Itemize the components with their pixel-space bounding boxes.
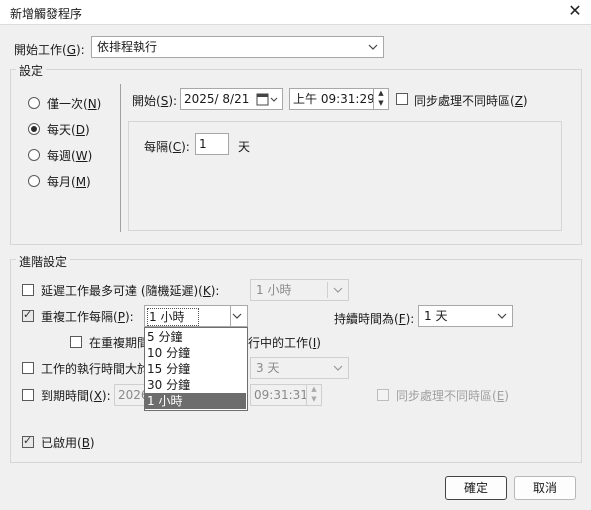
- repeat-interval-select[interactable]: 1 小時: [144, 305, 248, 327]
- expire-label: 到期時間(X):: [41, 389, 111, 403]
- stop-longer-value: 3 天: [256, 361, 280, 375]
- begin-task-select[interactable]: 依排程執行: [91, 36, 384, 58]
- repeat-interval-dropdown[interactable]: 5 分鐘 10 分鐘 15 分鐘 30 分鐘 1 小時: [144, 327, 248, 411]
- recur-days-input[interactable]: 1: [195, 133, 229, 155]
- start-date-picker[interactable]: 2025/ 8/21: [180, 88, 283, 110]
- start-time-picker[interactable]: 上午 09:31:29 ▲ ▼: [289, 88, 389, 110]
- stop-running-suffix: 行中的工作(I): [248, 336, 321, 350]
- start-time-value: 上午 09:31:29: [293, 92, 375, 106]
- enabled-label: 已啟用(B): [41, 436, 95, 450]
- sync-timezone-checkbox[interactable]: [396, 93, 408, 105]
- radio-monthly-label: 每月(M): [47, 175, 91, 189]
- enabled-checkbox[interactable]: [22, 434, 34, 448]
- expire-sync-label: 同步處理不同時區(E): [396, 389, 509, 403]
- repeat-task-checkbox[interactable]: [22, 308, 34, 322]
- delay-value: 1 小時: [256, 283, 292, 297]
- dropdown-option[interactable]: 15 分鐘: [145, 361, 246, 377]
- delay-select[interactable]: 1 小時: [250, 279, 349, 301]
- radio-weekly-label: 每週(W): [47, 149, 93, 163]
- expire-sync-checkbox[interactable]: [377, 389, 389, 401]
- settings-divider: [120, 84, 121, 232]
- dropdown-option[interactable]: 10 分鐘: [145, 345, 246, 361]
- window-title: 新增觸發程序: [10, 7, 83, 21]
- stop-longer-checkbox[interactable]: [22, 362, 34, 374]
- chevron-down-icon: [497, 313, 507, 319]
- start-label: 開始(S):: [132, 94, 178, 108]
- recurrence-panel: [128, 121, 562, 231]
- cancel-button[interactable]: 取消: [514, 476, 576, 500]
- begin-task-label: 開始工作(G):: [14, 43, 85, 57]
- delay-task-checkbox[interactable]: [22, 284, 34, 296]
- radio-button[interactable]: [28, 123, 40, 135]
- radio-button[interactable]: [28, 175, 40, 187]
- expire-checkbox[interactable]: [22, 389, 34, 401]
- dropdown-option-selected[interactable]: 1 小時: [145, 393, 246, 409]
- delay-divider: [327, 282, 328, 298]
- time-spinner[interactable]: ▲ ▼: [373, 89, 388, 109]
- radio-one-time-label: 僅一次(N): [47, 97, 102, 111]
- chevron-down-icon: [368, 44, 378, 50]
- expire-time-picker[interactable]: 09:31:31 ▲ ▼: [250, 384, 322, 406]
- spin-down-icon[interactable]: ▼: [374, 99, 388, 108]
- repeat-task-label: 重複工作每隔(P):: [41, 310, 134, 324]
- spin-down-icon[interactable]: ▼: [307, 395, 321, 404]
- calendar-dropdown-icon[interactable]: [256, 93, 280, 107]
- dropdown-option[interactable]: 5 分鐘: [145, 329, 246, 345]
- expire-time-spinner[interactable]: ▲ ▼: [306, 385, 321, 405]
- duration-label: 持續時間為(F):: [334, 312, 415, 326]
- stop-longer-label: 工作的執行時間大於: [41, 362, 150, 376]
- spin-up-icon[interactable]: ▲: [307, 385, 321, 394]
- expire-date-picker[interactable]: 2026: [114, 384, 149, 406]
- stop-running-prefix: 在重複期間: [89, 336, 150, 350]
- radio-button[interactable]: [28, 149, 40, 161]
- sync-timezone-label: 同步處理不同時區(Z): [414, 94, 528, 108]
- ok-button[interactable]: 確定: [445, 476, 507, 500]
- stop-running-checkbox[interactable]: [70, 336, 82, 348]
- recur-unit-label: 天: [238, 140, 251, 154]
- expire-time-value: 09:31:31: [254, 388, 308, 402]
- radio-daily-label: 每天(D): [47, 123, 90, 137]
- start-date-value: 2025/ 8/21: [184, 92, 250, 106]
- chevron-down-icon: [333, 287, 343, 293]
- recur-every-label: 每隔(C):: [144, 140, 190, 154]
- delay-task-label: 延遲工作最多可達 (隨機延遲)(K):: [41, 284, 220, 298]
- repeat-interval-value: 1 小時: [147, 308, 200, 326]
- title-bar: [0, 0, 591, 24]
- dropdown-option[interactable]: 30 分鐘: [145, 377, 246, 393]
- radio-button[interactable]: [28, 97, 40, 109]
- close-icon[interactable]: ✕: [565, 1, 585, 21]
- advanced-group-title: 進階設定: [16, 253, 71, 270]
- chevron-down-icon: [333, 365, 343, 371]
- duration-select[interactable]: 1 天: [418, 305, 513, 327]
- begin-task-value: 依排程執行: [97, 40, 158, 54]
- spin-up-icon[interactable]: ▲: [374, 89, 388, 98]
- chevron-down-icon: [232, 313, 242, 319]
- stop-longer-select[interactable]: 3 天: [250, 357, 349, 379]
- duration-value: 1 天: [424, 309, 448, 323]
- settings-group-title: 設定: [16, 62, 47, 79]
